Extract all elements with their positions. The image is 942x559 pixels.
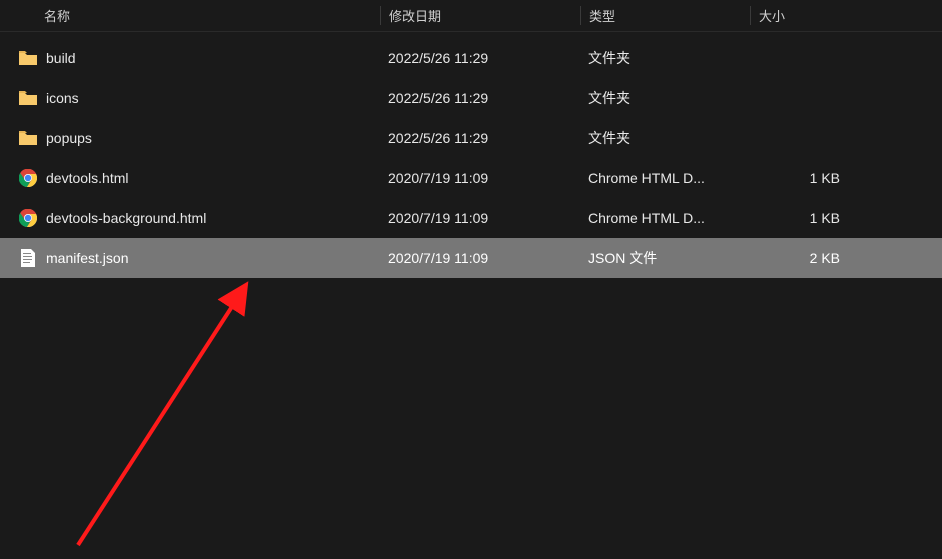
file-explorer: 名称 修改日期 类型 大小 build 2022/5/26 11:29 文件夹 … xyxy=(0,0,942,559)
folder-icon xyxy=(16,91,40,105)
file-name: icons xyxy=(40,90,380,106)
file-row-build[interactable]: build 2022/5/26 11:29 文件夹 xyxy=(0,38,942,78)
file-name: build xyxy=(40,50,380,66)
file-date: 2020/7/19 11:09 xyxy=(380,210,580,226)
file-size: 2 KB xyxy=(750,250,870,266)
column-header-type[interactable]: 类型 xyxy=(580,6,750,25)
file-list: build 2022/5/26 11:29 文件夹 icons 2022/5/2… xyxy=(0,32,942,278)
file-name: popups xyxy=(40,130,380,146)
file-date: 2020/7/19 11:09 xyxy=(380,250,580,266)
file-row-icons[interactable]: icons 2022/5/26 11:29 文件夹 xyxy=(0,78,942,118)
file-row-devtools-background-html[interactable]: devtools-background.html 2020/7/19 11:09… xyxy=(0,198,942,238)
file-type: 文件夹 xyxy=(580,48,750,68)
file-date: 2020/7/19 11:09 xyxy=(380,170,580,186)
file-name: manifest.json xyxy=(40,250,380,266)
column-header-date[interactable]: 修改日期 xyxy=(380,6,580,25)
folder-icon xyxy=(16,131,40,145)
file-size: 1 KB xyxy=(750,210,870,226)
file-type: 文件夹 xyxy=(580,88,750,108)
file-row-popups[interactable]: popups 2022/5/26 11:29 文件夹 xyxy=(0,118,942,158)
folder-icon xyxy=(16,51,40,65)
file-date: 2022/5/26 11:29 xyxy=(380,90,580,106)
file-icon xyxy=(16,249,40,267)
file-type: JSON 文件 xyxy=(580,248,750,268)
chrome-icon xyxy=(16,209,40,227)
chrome-icon xyxy=(16,169,40,187)
file-name: devtools-background.html xyxy=(40,210,380,226)
column-header-row: 名称 修改日期 类型 大小 xyxy=(0,0,942,32)
file-name: devtools.html xyxy=(40,170,380,186)
file-date: 2022/5/26 11:29 xyxy=(380,130,580,146)
file-type: Chrome HTML D... xyxy=(580,170,750,186)
file-type: Chrome HTML D... xyxy=(580,210,750,226)
file-type: 文件夹 xyxy=(580,128,750,148)
file-row-devtools-html[interactable]: devtools.html 2020/7/19 11:09 Chrome HTM… xyxy=(0,158,942,198)
file-size: 1 KB xyxy=(750,170,870,186)
file-row-manifest-json[interactable]: manifest.json 2020/7/19 11:09 JSON 文件 2 … xyxy=(0,238,942,278)
column-header-size[interactable]: 大小 xyxy=(750,6,870,25)
file-date: 2022/5/26 11:29 xyxy=(380,50,580,66)
column-header-name[interactable]: 名称 xyxy=(40,6,380,25)
